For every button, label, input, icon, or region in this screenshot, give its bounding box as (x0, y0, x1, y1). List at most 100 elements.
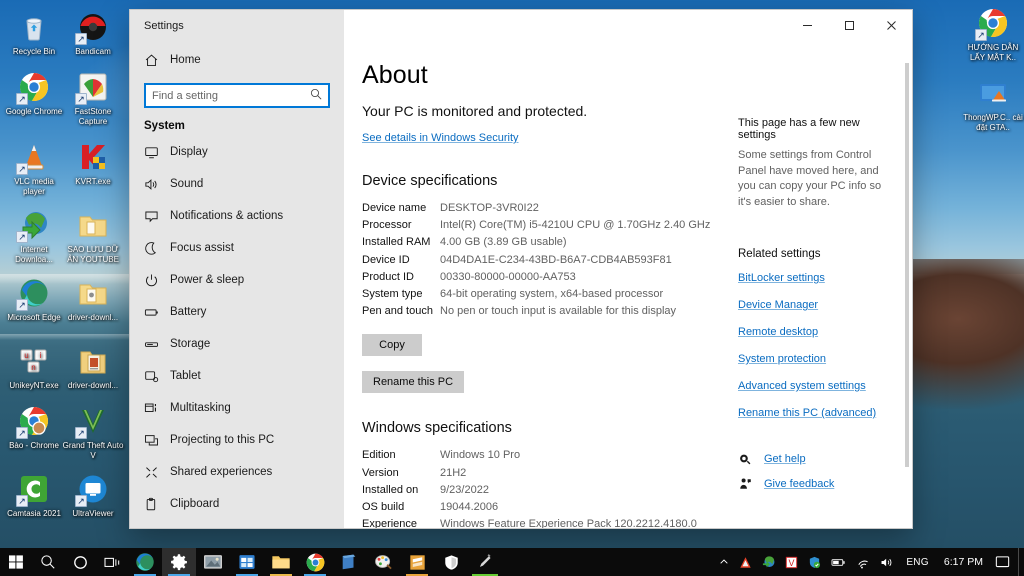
windows-security-link[interactable]: See details in Windows Security (362, 132, 519, 144)
give-feedback-link[interactable]: Give feedback (764, 478, 834, 490)
sidebar-item-home[interactable]: Home (130, 43, 344, 77)
desktop-icon-huong-dan-lay-mat-khau[interactable]: ↗ HƯỚNG DẪN LẤY MẬT K.. (962, 6, 1024, 63)
search-input[interactable] (152, 89, 310, 102)
idm-tray-icon[interactable] (757, 555, 780, 569)
sublime-taskbar-icon[interactable] (400, 548, 434, 576)
unikey-tray-icon[interactable]: V (780, 556, 803, 569)
battery-tray-icon[interactable] (826, 556, 851, 569)
sidebar-item-tablet[interactable]: Tablet (130, 360, 344, 392)
shield-tray-icon[interactable] (803, 556, 826, 569)
bluebook-taskbar-icon[interactable] (332, 548, 366, 576)
settings-content[interactable]: About Your PC is monitored and protected… (344, 41, 912, 528)
spec-value: 00330-80000-00000-AA753 (440, 270, 576, 283)
scrollbar-thumb[interactable] (905, 63, 909, 467)
content-scrollbar[interactable] (902, 41, 912, 528)
store-taskbar-icon[interactable] (230, 548, 264, 576)
spec-value: 9/23/2022 (440, 483, 489, 496)
search-box[interactable] (144, 83, 330, 108)
snip-taskbar-icon[interactable] (468, 548, 502, 576)
sidebar-item-clipboard[interactable]: Clipboard (130, 488, 344, 520)
volume-tray-icon[interactable] (875, 556, 899, 569)
titlebar-drag-area[interactable] (344, 10, 786, 41)
desktop-icon-driver-download-1[interactable]: driver-downl... (62, 276, 124, 323)
sidebar-item-shared-experiences[interactable]: Shared experiences (130, 456, 344, 488)
cortana-button[interactable] (64, 548, 96, 576)
desktop-icon-bandicam[interactable]: ↗ Bandicam (62, 10, 124, 57)
edge-taskbar-icon[interactable] (128, 548, 162, 576)
chrome-icon: ↗ (975, 6, 1010, 41)
desktop-icon-unikeynt[interactable]: u i n UnikeyNT.exe (3, 344, 65, 391)
photos-taskbar-icon[interactable] (196, 548, 230, 576)
start-button[interactable] (0, 548, 32, 576)
sidebar-item-display[interactable]: Display (130, 136, 344, 168)
system-tray[interactable]: V ENG 6:17 PM (714, 548, 1024, 576)
related-link-rename-this-pc-advanced[interactable]: Rename this PC (advanced) (738, 407, 876, 419)
svg-text:V: V (789, 557, 795, 567)
minimize-button[interactable] (786, 10, 828, 41)
show-desktop-button[interactable] (1018, 548, 1024, 576)
show-hidden-icons-chevron[interactable] (714, 557, 734, 567)
avast-tray-icon[interactable] (734, 556, 757, 569)
sidebar-item-power-sleep[interactable]: Power & sleep (130, 264, 344, 296)
chrome-icon: ↗ (16, 70, 51, 105)
rename-this-pc-button[interactable]: Rename this PC (362, 371, 465, 394)
related-link-system-protection[interactable]: System protection (738, 353, 826, 365)
spec-row: Product ID 00330-80000-00000-AA753 (362, 269, 724, 286)
desktop-icon-label: Grand Theft Auto V (62, 441, 124, 460)
desktop-icon-thongwp-cai-dat-gta[interactable]: ThongWP.C.. cài đặt GTA.. (962, 76, 1024, 133)
sidebar-item-focus-assist[interactable]: Focus assist (130, 232, 344, 264)
spec-value: No pen or touch input is available for t… (440, 305, 677, 318)
search-icon[interactable] (310, 88, 322, 103)
paint-taskbar-icon[interactable] (366, 548, 400, 576)
desktop-icon-internet-download-manager[interactable]: ↗ Internet Downloa... (3, 208, 65, 265)
sidebar-item-notifications-actions[interactable]: Notifications & actions (130, 200, 344, 232)
sidebar-item-storage[interactable]: Storage (130, 328, 344, 360)
related-link-device-manager[interactable]: Device Manager (738, 299, 818, 311)
settings-taskbar-icon[interactable] (162, 548, 196, 576)
close-button[interactable] (870, 10, 912, 41)
sidebar-item-label: Storage (170, 338, 211, 350)
clock[interactable]: 6:17 PM (936, 548, 991, 576)
desktop-icon-vlc[interactable]: ↗ VLC media player (3, 140, 65, 197)
desktop-icon-kvrt[interactable]: KVRT.exe (62, 140, 124, 187)
give-feedback-row[interactable]: Give feedback (738, 477, 894, 491)
chrome-taskbar-icon[interactable] (298, 548, 332, 576)
settings-sidebar[interactable]: Home System (130, 41, 344, 528)
sidebar-nav-list[interactable]: Display Sound Notifications & actions Fo… (130, 136, 344, 520)
desktop-icon-driver-download-2[interactable]: driver-downl... (62, 344, 124, 391)
settings-window[interactable]: Settings Home Find a setting System Disp… (130, 10, 912, 528)
shortcut-arrow-icon: ↗ (16, 163, 28, 175)
window-titlebar[interactable]: Settings (130, 10, 912, 41)
file-explorer-taskbar-icon[interactable] (264, 548, 298, 576)
desktop-icon-bao-chrome[interactable]: ↗ Bào - Chrome (3, 404, 65, 451)
get-help-link[interactable]: Get help (764, 453, 806, 465)
sidebar-item-projecting-to-this-pc[interactable]: Projecting to this PC (130, 424, 344, 456)
desktop-icon-sao-luu-du-an-youtube[interactable]: SAO LƯU DỮ ẢN YOUTUBE (62, 208, 124, 265)
sidebar-item-sound[interactable]: Sound (130, 168, 344, 200)
shield-taskbar-icon[interactable] (434, 548, 468, 576)
get-help-row[interactable]: Get help (738, 452, 894, 466)
search-container[interactable] (130, 79, 344, 110)
action-center-icon[interactable] (991, 555, 1018, 569)
language-indicator[interactable]: ENG (899, 557, 936, 568)
related-link-remote-desktop[interactable]: Remote desktop (738, 326, 818, 338)
ultraviewer-icon: ↗ (75, 472, 110, 507)
taskbar[interactable]: V ENG 6:17 PM (0, 548, 1024, 576)
copy-device-specs-button[interactable]: Copy (362, 334, 422, 357)
sidebar-item-multitasking[interactable]: Multitasking (130, 392, 344, 424)
desktop-icon-ultraviewer[interactable]: ↗ UltraViewer (62, 472, 124, 519)
desktop-icon-faststone-capture[interactable]: ↗ FastStone Capture (62, 70, 124, 127)
desktop-icon-recycle-bin[interactable]: Recycle Bin (3, 10, 65, 57)
desktop-icon-microsoft-edge[interactable]: ↗ Microsoft Edge (3, 276, 65, 323)
desktop-icon-gta-v[interactable]: ↗ Grand Theft Auto V (62, 404, 124, 461)
chrome-profile-icon: ↗ (16, 404, 51, 439)
wifi-tray-icon[interactable] (851, 556, 875, 569)
related-link-advanced-system-settings[interactable]: Advanced system settings (738, 380, 866, 392)
desktop-icon-google-chrome[interactable]: ↗ Google Chrome (3, 70, 65, 117)
maximize-button[interactable] (828, 10, 870, 41)
desktop-icon-camtasia[interactable]: ↗ Camtasia 2021 (3, 472, 65, 519)
sidebar-item-battery[interactable]: Battery (130, 296, 344, 328)
related-link-bitlocker-settings[interactable]: BitLocker settings (738, 272, 825, 284)
task-view-button[interactable] (96, 548, 128, 576)
search-button[interactable] (32, 548, 64, 576)
